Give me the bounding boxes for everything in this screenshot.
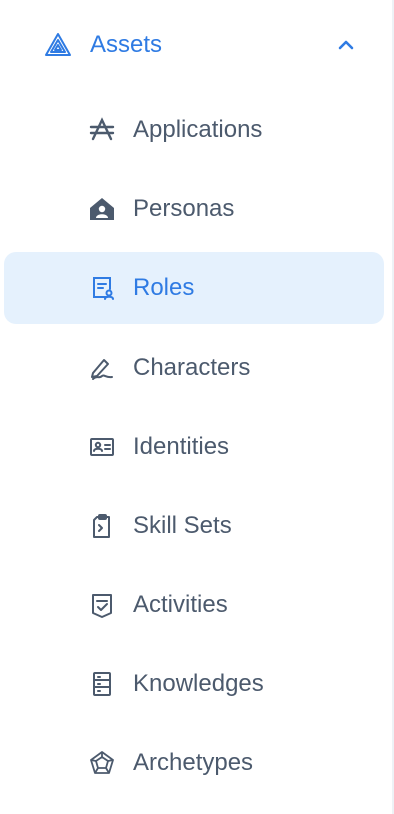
sidebar-item-skill-sets[interactable]: Skill Sets [4, 490, 384, 562]
sidebar-item-characters[interactable]: Characters [4, 332, 384, 404]
sidebar-item-knowledges[interactable]: Knowledges [4, 648, 384, 720]
activities-icon [88, 591, 116, 619]
sidebar-item-label: Skill Sets [133, 512, 232, 539]
applications-icon [88, 116, 116, 144]
section-title: Assets [90, 31, 163, 58]
personas-icon [88, 195, 116, 223]
sidebar-item-identities[interactable]: Identities [4, 411, 384, 483]
sidebar-item-personas[interactable]: Personas [4, 173, 384, 245]
knowledges-icon [88, 670, 116, 698]
skill-sets-icon [88, 512, 116, 540]
sidebar-item-activities[interactable]: Activities [4, 569, 384, 641]
sidebar-item-label: Personas [133, 195, 235, 222]
sidebar-item-archetypes[interactable]: Archetypes [4, 727, 384, 799]
sidebar-item-label: Identities [133, 433, 230, 460]
identities-icon [88, 433, 116, 461]
chevron-up-icon[interactable] [336, 35, 356, 55]
assets-triangle-icon [44, 31, 72, 59]
roles-icon [88, 274, 116, 302]
sidebar-item-label: Knowledges [133, 670, 264, 697]
sidebar-item-applications[interactable]: Applications [4, 94, 384, 166]
sidebar-item-label: Activities [133, 591, 228, 618]
sidebar-item-roles[interactable]: Roles [4, 252, 384, 324]
section-header-assets[interactable]: Assets [44, 24, 364, 66]
archetypes-icon [88, 749, 116, 777]
sidebar-item-label: Archetypes [133, 749, 254, 776]
sidebar-item-label: Applications [133, 116, 263, 143]
sidebar-item-label: Roles [133, 274, 195, 301]
characters-icon [88, 354, 116, 382]
sidebar-item-label: Characters [133, 354, 251, 381]
